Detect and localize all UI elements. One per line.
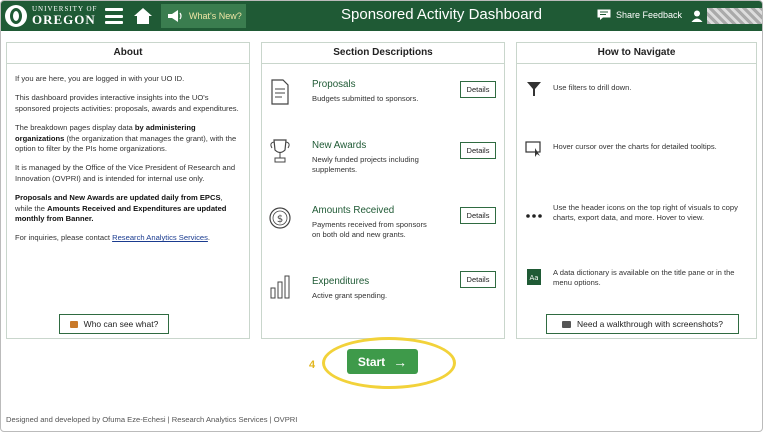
nav-tip-text: Use the header icons on the top right of… <box>553 203 738 223</box>
bar-chart-icon <box>270 275 290 299</box>
nav-tip-text: A data dictionary is available on the ti… <box>553 268 735 288</box>
uo-logo[interactable]: UNIVERSITY OF OREGON <box>5 4 97 28</box>
page-title: Sponsored Activity Dashboard <box>341 6 542 23</box>
footer-credits: Designed and developed by Ofuma Eze-Eche… <box>6 415 298 424</box>
top-header: UNIVERSITY OF OREGON What's New? Sponsor… <box>1 1 762 31</box>
who-can-see-button[interactable]: Who can see what? <box>59 314 169 334</box>
section-descriptions-heading: Section Descriptions <box>262 43 504 64</box>
details-button[interactable]: Details <box>460 207 496 224</box>
share-feedback-button[interactable]: Share Feedback <box>597 9 682 20</box>
home-icon[interactable] <box>133 7 153 25</box>
whats-new-button[interactable]: What's New? <box>161 4 246 28</box>
section-name: New Awards <box>312 140 367 151</box>
about-card: About If you are here, you are logged in… <box>6 42 250 339</box>
uo-o-icon <box>5 5 27 27</box>
section-desc: Payments received from sponsors on both … <box>312 220 427 240</box>
about-paragraph: Proposals and New Awards are updated dai… <box>15 193 227 224</box>
about-paragraph: It is managed by the Office of the Vice … <box>15 163 236 183</box>
section-desc: Budgets submitted to sponsors. <box>312 94 419 103</box>
research-analytics-link[interactable]: Research Analytics Services <box>112 233 208 242</box>
filter-icon <box>527 82 541 96</box>
user-icon <box>691 10 703 22</box>
about-paragraph: If you are here, you are logged in with … <box>15 74 185 83</box>
svg-text:Aa: Aa <box>529 274 538 282</box>
details-button[interactable]: Details <box>460 142 496 159</box>
walkthrough-button[interactable]: Need a walkthrough with screenshots? <box>546 314 739 334</box>
document-icon <box>271 79 289 105</box>
menu-icon[interactable] <box>105 8 123 24</box>
user-avatar <box>707 8 762 24</box>
section-name: Expenditures <box>312 276 370 287</box>
logo-big-text: OREGON <box>32 12 96 27</box>
section-desc: Active grant spending. <box>312 291 388 300</box>
whats-new-label: What's New? <box>189 11 242 21</box>
nav-tip-text: Use filters to drill down. <box>553 83 632 92</box>
how-to-navigate-card: How to Navigate Use filters to drill dow… <box>516 42 757 339</box>
section-name: Proposals <box>312 79 356 90</box>
how-to-navigate-heading: How to Navigate <box>517 43 756 64</box>
arrow-right-icon: → <box>393 353 408 370</box>
walkthrough-label: Need a walkthrough with screenshots? <box>577 319 723 329</box>
section-name: Amounts Received <box>312 205 395 216</box>
dashboard-frame: UNIVERSITY OF OREGON What's New? Sponsor… <box>0 0 763 432</box>
user-area[interactable] <box>691 8 762 24</box>
about-body: If you are here, you are logged in with … <box>7 64 249 244</box>
about-heading: About <box>7 43 249 64</box>
details-button[interactable]: Details <box>460 271 496 288</box>
about-paragraph: The breakdown pages display data by admi… <box>15 123 237 154</box>
start-button[interactable]: Start → <box>347 349 418 374</box>
lock-icon <box>69 320 78 328</box>
trophy-icon <box>270 139 290 163</box>
share-feedback-label: Share Feedback <box>616 9 683 20</box>
camera-icon <box>562 320 571 328</box>
cursor-icon <box>525 141 541 157</box>
svg-text:$: $ <box>277 214 283 225</box>
who-can-see-label: Who can see what? <box>83 319 159 329</box>
coin-icon: $ <box>269 207 291 229</box>
start-label: Start <box>357 354 386 369</box>
megaphone-icon <box>168 10 182 22</box>
feedback-icon <box>597 9 611 20</box>
step-number: 4 <box>309 359 316 371</box>
about-paragraph: For inquiries, please contact Research A… <box>15 233 211 243</box>
details-button[interactable]: Details <box>460 81 496 98</box>
nav-tip-text: Hover cursor over the charts for detaile… <box>553 142 717 151</box>
more-icon <box>526 214 542 218</box>
about-paragraph: This dashboard provides interactive insi… <box>15 93 239 113</box>
section-desc: Newly funded projects including suppleme… <box>312 155 419 175</box>
section-descriptions-card: Section Descriptions Proposals Budgets s… <box>261 42 505 339</box>
dictionary-icon: Aa <box>527 269 541 285</box>
